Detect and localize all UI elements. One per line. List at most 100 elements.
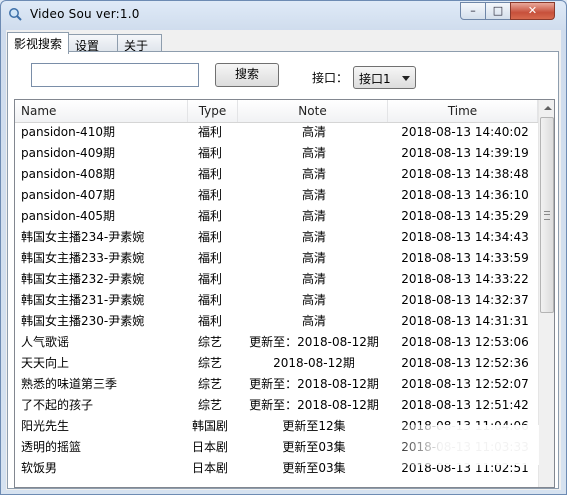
cell-note: 高清 bbox=[301, 293, 326, 307]
cell-name: 透明的摇篮 bbox=[21, 440, 82, 454]
table-row[interactable]: 韩国女主播234-尹素婉 福利 高清 2018-08-13 14:34:43 bbox=[15, 227, 538, 248]
cell-type: 福利 bbox=[197, 209, 222, 223]
cell-time: 2018-08-13 12:51:42 bbox=[401, 398, 529, 412]
vertical-scrollbar[interactable] bbox=[538, 100, 554, 487]
table-row[interactable]: 韩国女主播230-尹素婉 福利 高清 2018-08-13 14:31:31 bbox=[15, 311, 538, 332]
cell-type: 韩国剧 bbox=[191, 419, 228, 433]
cell-name: 韩国女主播230-尹素婉 bbox=[21, 314, 145, 328]
cell-time: 2018-08-13 12:52:36 bbox=[401, 356, 529, 370]
table-row[interactable]: 韩国女主播233-尹素婉 福利 高清 2018-08-13 14:33:59 bbox=[15, 248, 538, 269]
minimize-button[interactable]: – bbox=[460, 2, 486, 20]
list-header: Name Type Note Time bbox=[15, 100, 538, 123]
column-header-note[interactable]: Note bbox=[238, 100, 388, 122]
table-row[interactable]: pansidon-405期 福利 高清 2018-08-13 14:35:29 bbox=[15, 206, 538, 227]
cell-time: 2018-08-13 14:33:22 bbox=[401, 272, 529, 286]
table-row[interactable]: 熟悉的味道第三季 综艺 更新至：2018-08-12期 2018-08-13 12:5… bbox=[15, 374, 538, 395]
cell-note: 更新至：2018-08-12期 bbox=[249, 335, 379, 349]
table-row[interactable]: pansidon-409期 福利 高清 2018-08-13 14:39:19 bbox=[15, 143, 538, 164]
column-header-name[interactable]: Name bbox=[15, 100, 188, 122]
cell-type: 福利 bbox=[197, 293, 222, 307]
cell-type: 福利 bbox=[197, 188, 222, 202]
watermark-overlay bbox=[389, 425, 539, 465]
cell-time: 2018-08-13 14:39:19 bbox=[401, 146, 529, 160]
interface-select[interactable]: 接口1 bbox=[353, 66, 416, 89]
cell-name: 熟悉的味道第三季 bbox=[21, 377, 118, 391]
cell-type: 综艺 bbox=[197, 335, 222, 349]
cell-name: 韩国女主播231-尹素婉 bbox=[21, 293, 145, 307]
table-row[interactable]: 了不起的孩子 综艺 更新至：2018-08-12期 2018-08-13 12:51:… bbox=[15, 395, 538, 416]
cell-type: 综艺 bbox=[197, 377, 222, 391]
cell-note: 2018-08-12期 bbox=[273, 356, 355, 370]
cell-note: 更新至12集 bbox=[282, 419, 346, 433]
cell-type: 福利 bbox=[197, 125, 222, 139]
chevron-down-icon bbox=[402, 76, 410, 81]
search-button[interactable]: 搜索 bbox=[215, 63, 279, 87]
cell-note: 高清 bbox=[301, 314, 326, 328]
client-area: 影视搜索 设置 关于 搜索 接口： 接口1 Name Type Note Tim… bbox=[6, 30, 561, 490]
cell-note: 高清 bbox=[301, 209, 326, 223]
cell-name: 软饭男 bbox=[21, 461, 58, 475]
title-bar[interactable]: Video Sou ver:1.0 – □ ✕ bbox=[1, 1, 566, 29]
search-input[interactable] bbox=[31, 63, 199, 87]
cell-type: 福利 bbox=[197, 272, 222, 286]
cell-name: 阳光先生 bbox=[21, 419, 70, 433]
cell-note: 更新至：2018-08-12期 bbox=[249, 377, 379, 391]
cell-type: 综艺 bbox=[197, 398, 222, 412]
cell-time: 2018-08-13 14:32:37 bbox=[401, 293, 529, 307]
cell-time: 2018-08-13 14:34:43 bbox=[401, 230, 529, 244]
cell-type: 综艺 bbox=[197, 356, 222, 370]
cell-note: 更新至03集 bbox=[282, 461, 346, 475]
cell-name: 了不起的孩子 bbox=[21, 398, 94, 412]
cell-time: 2018-08-13 12:53:06 bbox=[401, 335, 529, 349]
cell-name: 天天向上 bbox=[21, 356, 70, 370]
cell-time: 2018-08-13 14:36:10 bbox=[401, 188, 529, 202]
column-header-time[interactable]: Time bbox=[388, 100, 538, 122]
cell-note: 高清 bbox=[301, 125, 326, 139]
column-header-type[interactable]: Type bbox=[188, 100, 238, 122]
cell-name: 韩国女主播233-尹素婉 bbox=[21, 251, 145, 265]
cell-name: pansidon-407期 bbox=[21, 188, 115, 202]
interface-selected-value: 接口1 bbox=[359, 72, 391, 86]
cell-note: 高清 bbox=[301, 188, 326, 202]
cell-type: 福利 bbox=[197, 146, 222, 160]
grip-icon bbox=[544, 211, 550, 220]
cell-type: 日本剧 bbox=[191, 461, 228, 475]
app-window: Video Sou ver:1.0 – □ ✕ 影视搜索 设置 关于 搜索 接口… bbox=[0, 0, 567, 495]
cell-time: 2018-08-13 14:40:02 bbox=[401, 125, 529, 139]
search-panel: 搜索 接口： 接口1 Name Type Note Time pansidon-… bbox=[7, 51, 559, 489]
magnifier-app-icon bbox=[9, 8, 22, 21]
table-row[interactable]: 天天向上 综艺 2018-08-12期 2018-08-13 12:52:36 bbox=[15, 353, 538, 374]
scrollbar-thumb[interactable] bbox=[540, 117, 554, 313]
cell-time: 2018-08-13 14:35:29 bbox=[401, 209, 529, 223]
table-row[interactable]: 人气歌谣 综艺 更新至：2018-08-12期 2018-08-13 12:53:06 bbox=[15, 332, 538, 353]
cell-type: 福利 bbox=[197, 314, 222, 328]
cell-type: 日本剧 bbox=[191, 440, 228, 454]
cell-name: pansidon-409期 bbox=[21, 146, 115, 160]
table-row[interactable]: pansidon-410期 福利 高清 2018-08-13 14:40:02 bbox=[15, 122, 538, 143]
cell-note: 高清 bbox=[301, 167, 326, 181]
tab-video-search[interactable]: 影视搜索 bbox=[7, 32, 69, 54]
cell-note: 高清 bbox=[301, 272, 326, 286]
cell-name: pansidon-408期 bbox=[21, 167, 115, 181]
cell-type: 福利 bbox=[197, 167, 222, 181]
maximize-button[interactable]: □ bbox=[485, 2, 511, 20]
cell-time: 2018-08-13 14:38:48 bbox=[401, 167, 529, 181]
cell-note: 高清 bbox=[301, 251, 326, 265]
interface-label: 接口： bbox=[312, 71, 349, 85]
cell-note: 高清 bbox=[301, 146, 326, 160]
table-row[interactable]: pansidon-408期 福利 高清 2018-08-13 14:38:48 bbox=[15, 164, 538, 185]
cell-type: 福利 bbox=[197, 230, 222, 244]
cell-name: pansidon-405期 bbox=[21, 209, 115, 223]
scroll-up-arrow-icon[interactable] bbox=[539, 100, 554, 117]
window-title: Video Sou ver:1.0 bbox=[30, 7, 140, 21]
cell-time: 2018-08-13 14:31:31 bbox=[401, 314, 529, 328]
table-row[interactable]: 韩国女主播231-尹素婉 福利 高清 2018-08-13 14:32:37 bbox=[15, 290, 538, 311]
cell-name: 韩国女主播232-尹素婉 bbox=[21, 272, 145, 286]
cell-note: 高清 bbox=[301, 230, 326, 244]
table-row[interactable]: 韩国女主播232-尹素婉 福利 高清 2018-08-13 14:33:22 bbox=[15, 269, 538, 290]
close-button[interactable]: ✕ bbox=[510, 2, 555, 20]
table-row[interactable]: pansidon-407期 福利 高清 2018-08-13 14:36:10 bbox=[15, 185, 538, 206]
cell-time: 2018-08-13 12:52:07 bbox=[401, 377, 529, 391]
cell-note: 更新至03集 bbox=[282, 440, 346, 454]
cell-type: 福利 bbox=[197, 251, 222, 265]
